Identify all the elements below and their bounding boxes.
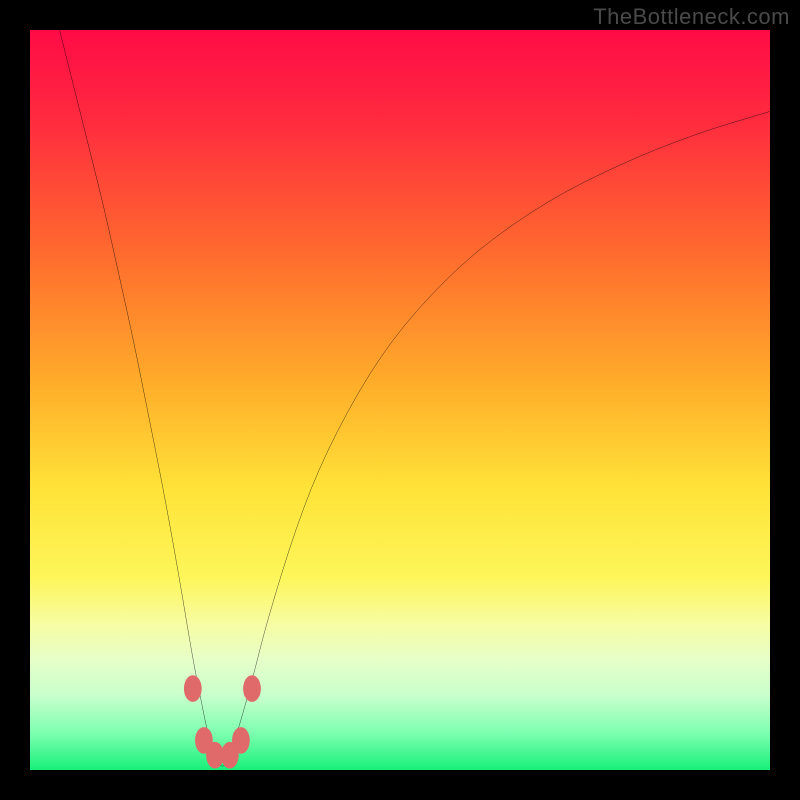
curve-marker (243, 675, 261, 702)
curve-marker (232, 727, 250, 754)
bottleneck-chart (30, 30, 770, 770)
watermark-text: TheBottleneck.com (593, 4, 790, 30)
curve-marker (184, 675, 202, 702)
plot-background (30, 30, 770, 770)
chart-frame: TheBottleneck.com (0, 0, 800, 800)
